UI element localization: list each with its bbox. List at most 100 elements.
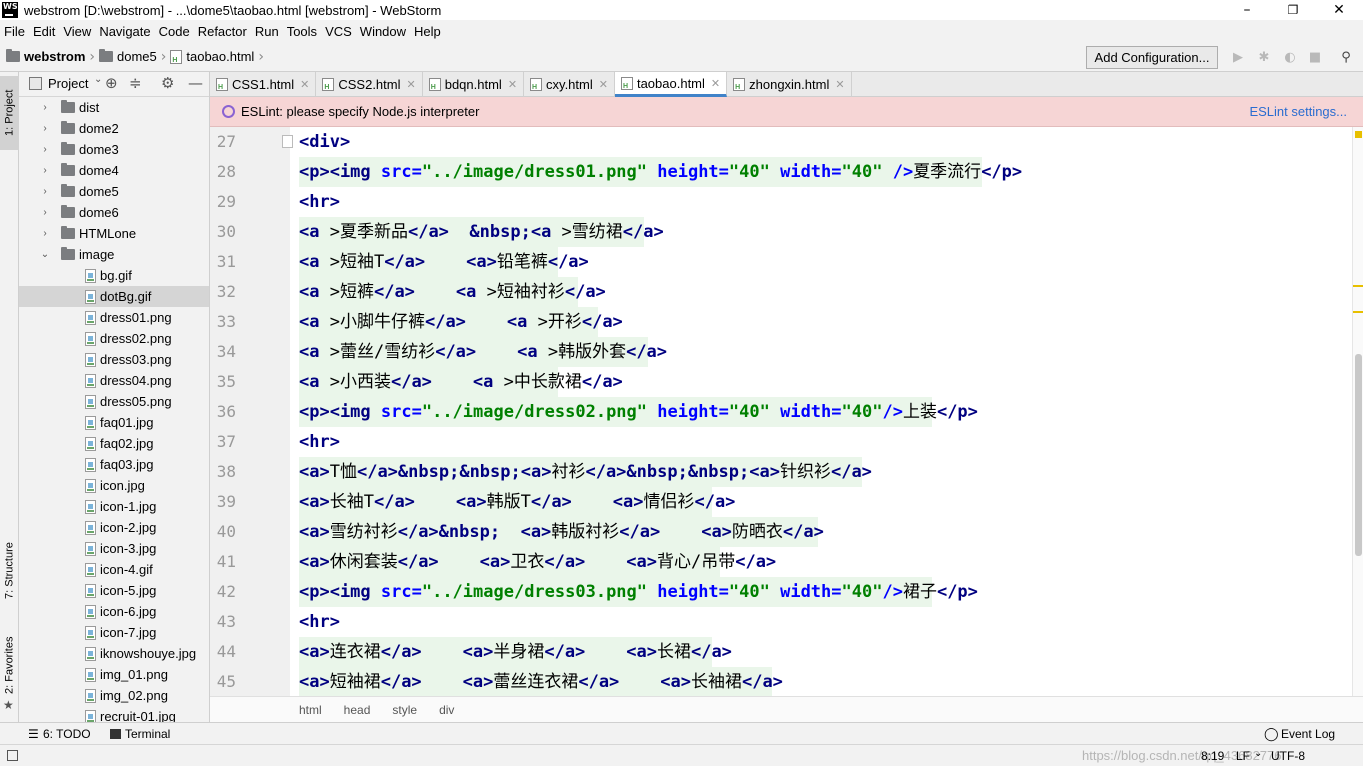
tree-file[interactable]: dress02.png bbox=[19, 328, 209, 349]
tree-file[interactable]: icon-1.jpg bbox=[19, 496, 209, 517]
add-configuration-button[interactable]: Add Configuration... bbox=[1086, 46, 1218, 69]
caret-position[interactable]: 8:19 bbox=[1201, 749, 1224, 763]
tree-file[interactable]: dress04.png bbox=[19, 370, 209, 391]
close-tab-icon[interactable]: ✕ bbox=[300, 78, 309, 91]
tree-file[interactable]: faq02.jpg bbox=[19, 433, 209, 454]
debug-icon[interactable]: ✱ bbox=[1256, 49, 1272, 65]
tree-file[interactable]: icon-5.jpg bbox=[19, 580, 209, 601]
tree-folder[interactable]: › dome2 bbox=[19, 118, 209, 139]
tree-folder[interactable]: ⌄ image bbox=[19, 244, 209, 265]
close-tab-icon[interactable]: ✕ bbox=[508, 78, 517, 91]
tree-folder[interactable]: › dome4 bbox=[19, 160, 209, 181]
breadcrumb-head[interactable]: head bbox=[344, 703, 371, 717]
coverage-icon[interactable]: ◐ bbox=[1282, 49, 1298, 65]
line-separator[interactable]: LF bbox=[1236, 749, 1250, 763]
project-view-selector[interactable]: Project bbox=[48, 76, 88, 91]
tab-taobao[interactable]: taobao.html✕ bbox=[614, 72, 728, 97]
tree-file[interactable]: dotBg.gif bbox=[19, 286, 209, 307]
menu-code[interactable]: Code bbox=[155, 24, 194, 39]
stop-icon[interactable]: ■ bbox=[1307, 49, 1323, 65]
chevron-right-icon[interactable]: › bbox=[39, 207, 51, 218]
tab-css2[interactable]: CSS2.html✕ bbox=[316, 72, 423, 97]
warning-stripe[interactable] bbox=[1353, 311, 1363, 313]
breadcrumb-style[interactable]: style bbox=[392, 703, 417, 717]
chevron-down-icon[interactable]: ⌄ bbox=[39, 249, 51, 260]
tree-file[interactable]: faq03.jpg bbox=[19, 454, 209, 475]
file-encoding[interactable]: UTF-8 bbox=[1271, 749, 1305, 763]
tree-file[interactable]: iknowshouye.jpg bbox=[19, 643, 209, 664]
minimize-button[interactable]: – bbox=[1224, 0, 1270, 20]
tree-folder[interactable]: › dome6 bbox=[19, 202, 209, 223]
tree-file[interactable]: img_02.png bbox=[19, 685, 209, 706]
run-icon[interactable]: ▶ bbox=[1230, 49, 1246, 65]
nav-crumb-project[interactable]: webstrom bbox=[6, 49, 85, 64]
tree-file[interactable]: icon-4.gif bbox=[19, 559, 209, 580]
code-editor[interactable]: 27 <div> 28 <p><img src="../image/dress01.p… bbox=[210, 127, 1352, 696]
close-tab-icon[interactable]: ✕ bbox=[711, 77, 720, 90]
todo-tool-tab[interactable]: 6: TODO bbox=[43, 727, 91, 741]
menu-edit[interactable]: Edit bbox=[29, 24, 59, 39]
locate-icon[interactable]: ⊕ bbox=[105, 74, 118, 92]
nav-crumb-folder[interactable]: dome5 bbox=[99, 49, 157, 64]
fold-marker-icon[interactable] bbox=[282, 135, 293, 148]
maximize-button[interactable]: ❐ bbox=[1270, 0, 1316, 20]
nav-crumb-file[interactable]: taobao.html bbox=[170, 49, 254, 64]
chevron-right-icon[interactable]: › bbox=[39, 144, 51, 155]
warning-marker[interactable] bbox=[1355, 131, 1362, 138]
menu-navigate[interactable]: Navigate bbox=[95, 24, 154, 39]
tree-file[interactable]: dress01.png bbox=[19, 307, 209, 328]
gear-icon[interactable]: ⚙ bbox=[161, 74, 174, 92]
close-tab-icon[interactable]: ✕ bbox=[599, 78, 608, 91]
chevron-right-icon[interactable]: › bbox=[39, 123, 51, 134]
tree-file[interactable]: bg.gif bbox=[19, 265, 209, 286]
chevron-down-icon[interactable]: ⌄ bbox=[94, 74, 102, 85]
tree-file[interactable]: icon-2.jpg bbox=[19, 517, 209, 538]
tree-folder[interactable]: › dist bbox=[19, 97, 209, 118]
editor-scrollbar[interactable] bbox=[1355, 354, 1362, 556]
tree-file[interactable]: dress05.png bbox=[19, 391, 209, 412]
tab-zhongxin[interactable]: zhongxin.html✕ bbox=[727, 72, 852, 97]
eslint-settings-link[interactable]: ESLint settings... bbox=[1249, 104, 1347, 119]
menu-tools[interactable]: Tools bbox=[283, 24, 321, 39]
structure-tool-tab[interactable]: 7: Structure bbox=[0, 530, 19, 612]
tree-file[interactable]: faq01.jpg bbox=[19, 412, 209, 433]
tree-file[interactable]: dress03.png bbox=[19, 349, 209, 370]
tree-folder[interactable]: › dome5 bbox=[19, 181, 209, 202]
tree-file[interactable]: recruit-01.jpg bbox=[19, 706, 209, 722]
close-button[interactable]: ✕ bbox=[1316, 0, 1362, 20]
search-icon[interactable]: ⚲ bbox=[1338, 49, 1354, 65]
menu-file[interactable]: File bbox=[0, 24, 29, 39]
hide-icon[interactable]: — bbox=[188, 74, 203, 92]
tool-windows-icon[interactable] bbox=[7, 750, 18, 761]
menu-view[interactable]: View bbox=[59, 24, 95, 39]
tree-folder[interactable]: › HTMLone bbox=[19, 223, 209, 244]
menu-window[interactable]: Window bbox=[356, 24, 410, 39]
project-tool-tab[interactable]: 1: Project bbox=[0, 76, 19, 150]
tree-folder[interactable]: › dome3 bbox=[19, 139, 209, 160]
collapse-all-icon[interactable]: ≑ bbox=[129, 74, 142, 92]
tab-css1[interactable]: CSS1.html✕ bbox=[210, 72, 317, 97]
menu-run[interactable]: Run bbox=[251, 24, 283, 39]
tab-cxy[interactable]: cxy.html✕ bbox=[524, 72, 615, 97]
tree-file[interactable]: icon.jpg bbox=[19, 475, 209, 496]
favorites-tool-tab[interactable]: 2: Favorites bbox=[0, 632, 19, 698]
close-tab-icon[interactable]: ✕ bbox=[835, 78, 844, 91]
menu-vcs[interactable]: VCS bbox=[321, 24, 356, 39]
event-log-tool-tab[interactable]: Event Log bbox=[1281, 727, 1335, 741]
chevron-right-icon[interactable]: › bbox=[39, 165, 51, 176]
terminal-tool-tab[interactable]: Terminal bbox=[125, 727, 170, 741]
tree-file[interactable]: icon-6.jpg bbox=[19, 601, 209, 622]
chevron-right-icon[interactable]: › bbox=[39, 228, 51, 239]
chevron-right-icon[interactable]: › bbox=[39, 186, 51, 197]
menu-refactor[interactable]: Refactor bbox=[194, 24, 251, 39]
breadcrumb-div[interactable]: div bbox=[439, 703, 454, 717]
close-tab-icon[interactable]: ✕ bbox=[407, 78, 416, 91]
tree-file[interactable]: icon-3.jpg bbox=[19, 538, 209, 559]
menu-help[interactable]: Help bbox=[410, 24, 445, 39]
tree-file[interactable]: img_01.png bbox=[19, 664, 209, 685]
tree-file[interactable]: icon-7.jpg bbox=[19, 622, 209, 643]
breadcrumb-html[interactable]: html bbox=[299, 703, 322, 717]
tab-bdqn[interactable]: bdqn.html✕ bbox=[423, 72, 525, 97]
chevron-right-icon[interactable]: › bbox=[39, 102, 51, 113]
warning-stripe[interactable] bbox=[1353, 285, 1363, 287]
